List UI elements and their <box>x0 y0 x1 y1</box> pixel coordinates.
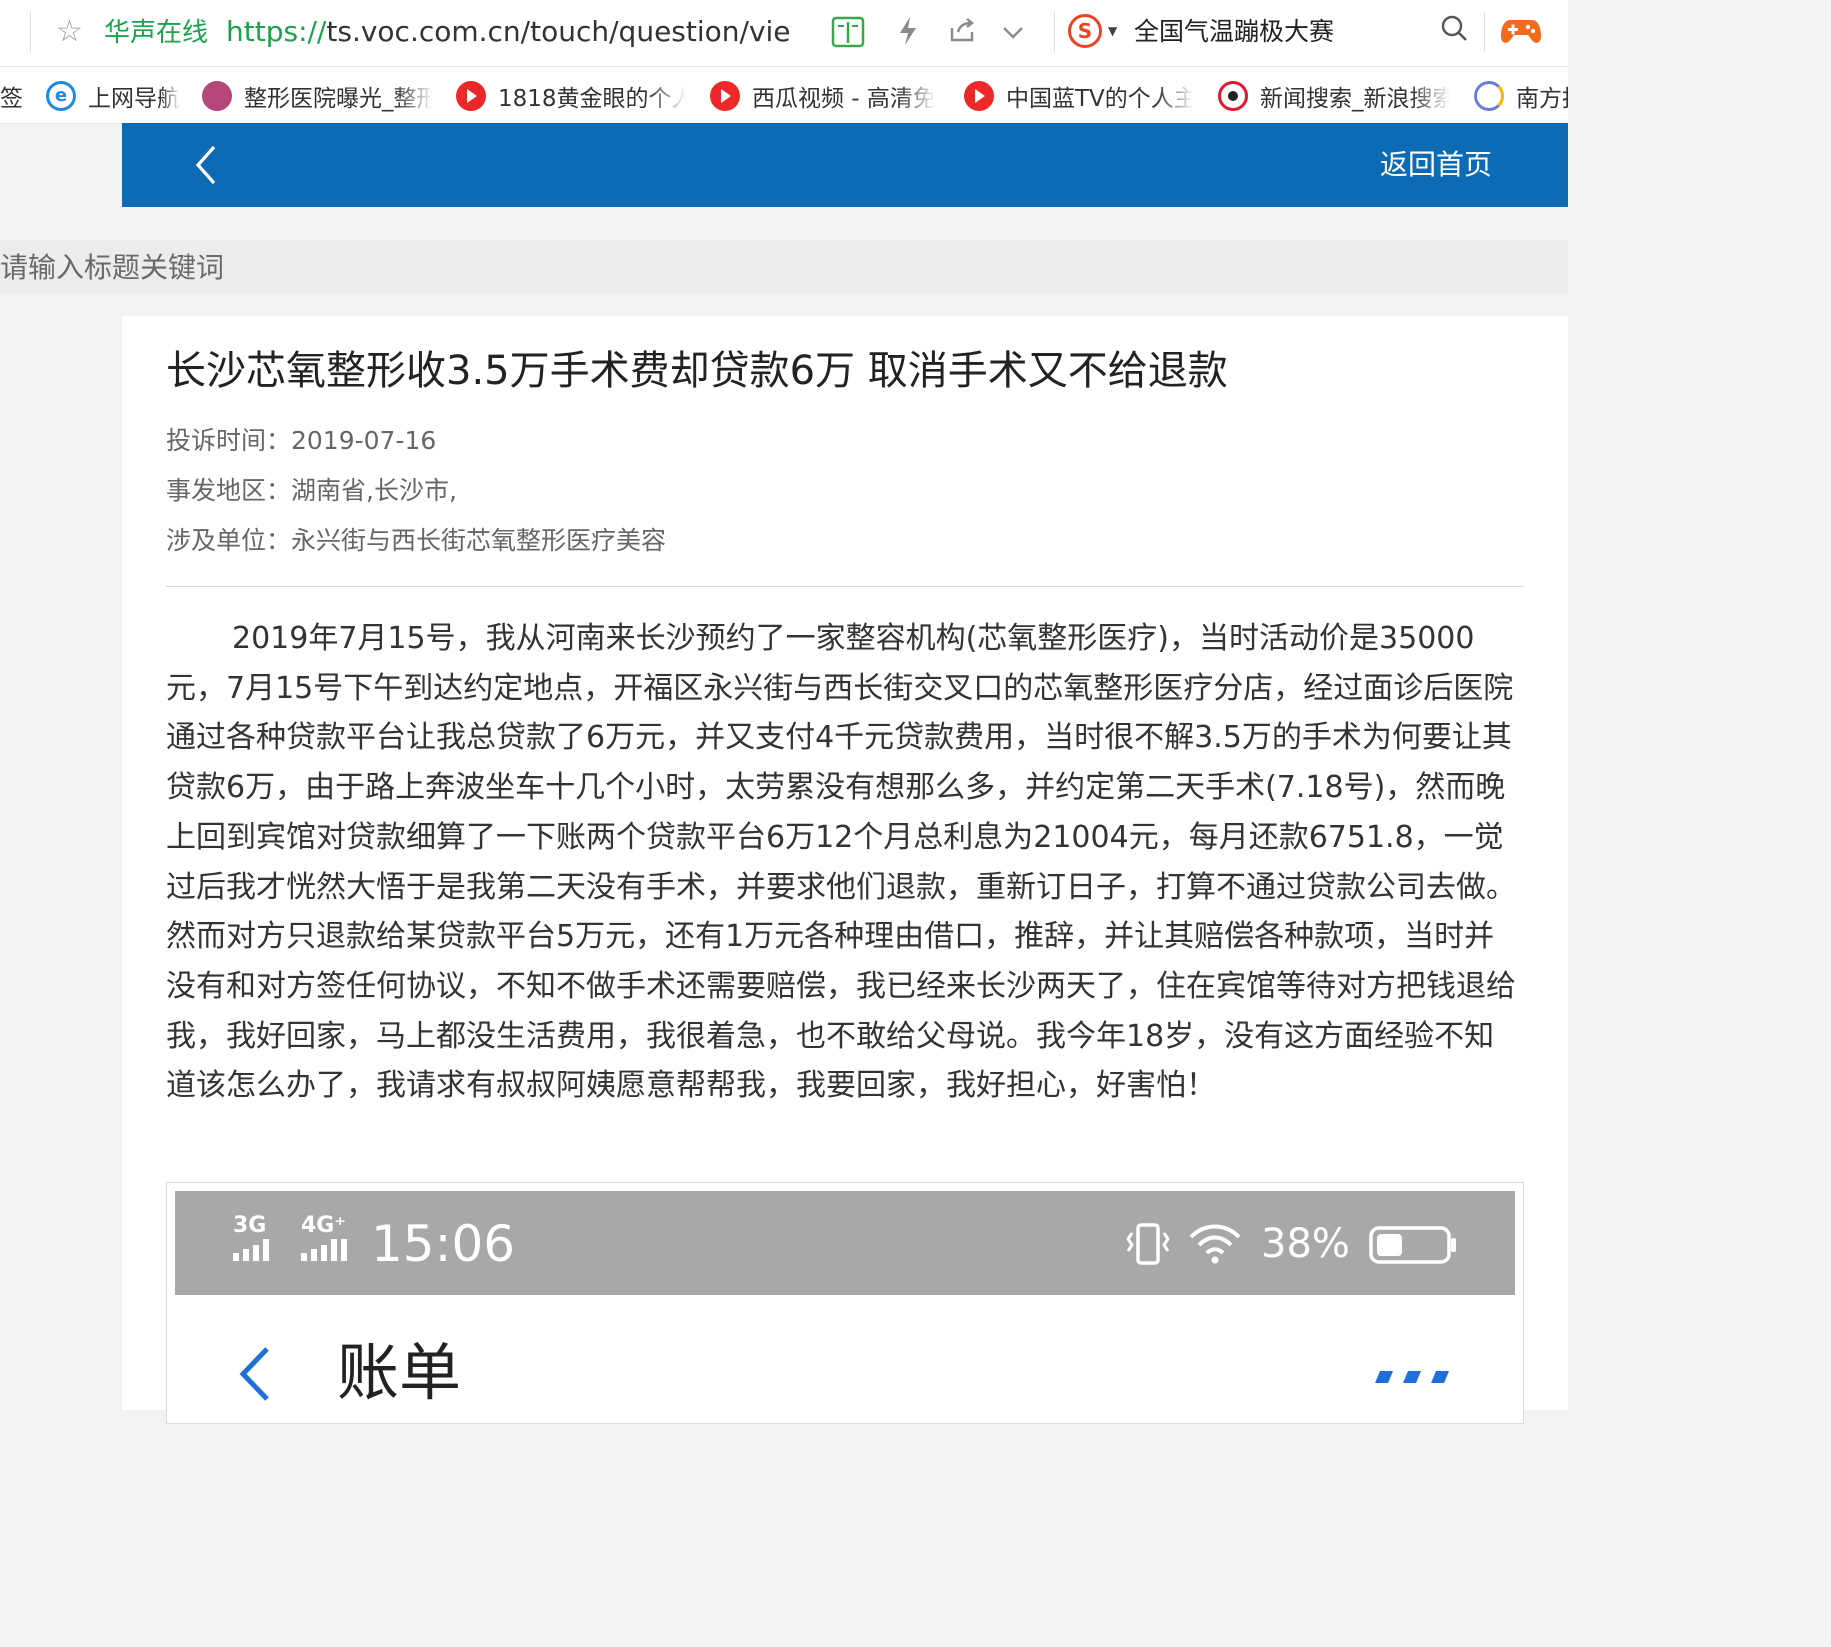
back-arrow-icon[interactable] <box>192 143 220 187</box>
more-dots-icon <box>1371 1369 1451 1385</box>
bookmark-item[interactable]: e 上网导航 <box>46 79 180 113</box>
keyword-search-input[interactable] <box>0 240 1568 294</box>
reader-mode-icon[interactable] <box>830 16 866 48</box>
home-link[interactable]: 返回首页 <box>1380 145 1492 185</box>
chevron-down-icon[interactable] <box>1000 16 1026 48</box>
share-icon[interactable] <box>948 16 976 48</box>
site-name: 华声在线 <box>104 18 209 48</box>
complaint-body: 2019年7月15号，我从河南来长沙预约了一家整容机构(芯氧整形医疗)，当时活动… <box>166 621 1516 1104</box>
bill-back-icon <box>235 1343 275 1405</box>
video-play-icon <box>964 81 994 111</box>
complaint-card: 长沙芯氧整形收3.5万手术费却贷款6万 取消手术又不给退款 投诉时间：2019-… <box>122 316 1568 1424</box>
phone-clock: 15:06 <box>371 1215 516 1273</box>
wifi-icon <box>1187 1221 1243 1265</box>
toolbar-separator <box>30 12 31 52</box>
network-4g-label: 4G⁺ <box>301 1213 346 1238</box>
bookmark-item[interactable]: 1818黄金眼的个人 <box>456 79 686 113</box>
bookmark-label: 新闻搜索_新浪搜索 <box>1260 86 1450 112</box>
incident-region: 事发地区：湖南省,长沙市, <box>166 476 457 505</box>
battery-icon <box>1369 1225 1457 1265</box>
bookmark-label: 中国蓝TV的个人主 <box>1006 86 1194 112</box>
bookmark-item[interactable]: 中国蓝TV的个人主 <box>964 79 1194 113</box>
battery-percent: 38% <box>1261 1221 1350 1267</box>
video-play-icon <box>456 81 486 111</box>
page-title: 长沙芯氧整形收3.5万手术费却贷款6万 取消手术又不给退款 <box>166 348 1228 394</box>
bookmark-item[interactable]: 西瓜视频 - 高清免 <box>710 79 936 113</box>
involved-unit: 涉及单位：永兴街与西长街芯氧整形医疗美容 <box>166 526 667 555</box>
lightning-icon[interactable] <box>896 16 920 48</box>
bookmark-item[interactable]: 南方报 <box>1474 79 1568 113</box>
bookmark-label: 西瓜视频 - 高清免 <box>752 86 936 112</box>
network-3g-label: 3G <box>233 1213 267 1238</box>
vibrate-icon <box>1123 1221 1173 1267</box>
signal-bars-icon <box>233 1239 269 1261</box>
bookmark-item[interactable]: 新闻搜索_新浪搜索 <box>1218 79 1450 113</box>
keyword-search-bar <box>0 240 1568 294</box>
toolbar-separator <box>1054 12 1055 52</box>
bookmark-label: 整形医院曝光_整形 <box>244 86 434 112</box>
bookmark-label: 1818黄金眼的个人 <box>498 86 686 112</box>
star-icon[interactable]: ☆ <box>56 14 83 50</box>
divider <box>166 586 1524 587</box>
sogou-search-icon[interactable]: S <box>1068 14 1102 48</box>
bookmark-label: 上网导航 <box>88 86 180 112</box>
bookmarks-bar: 签 e 上网导航 整形医院曝光_整形 1818黄金眼的个人 西瓜视频 - 高清免… <box>0 67 1568 124</box>
search-icon[interactable] <box>1440 14 1468 42</box>
swirl-icon <box>1474 81 1504 111</box>
phone-status-bar: 3G 4G⁺ 15:06 38% <box>175 1191 1515 1295</box>
browser-address-bar: ☆ 华声在线 https://ts.voc.com.cn/touch/quest… <box>0 0 1568 67</box>
bookmark-label: 南方报 <box>1516 86 1568 112</box>
toolbar-separator <box>1484 12 1485 52</box>
attached-screenshot[interactable]: 3G 4G⁺ 15:06 38% 账单 <box>166 1182 1524 1424</box>
bill-screen-title: 账单 <box>337 1336 462 1409</box>
bookmark-label: 签 <box>0 86 23 112</box>
bookmark-item[interactable]: 整形医院曝光_整形 <box>202 79 434 113</box>
search-box[interactable]: 全国气温蹦极大赛 <box>1134 15 1334 49</box>
url-protocol: https:// <box>226 15 327 48</box>
signal-bars-icon <box>301 1239 347 1261</box>
search-engine-dropdown-icon[interactable]: ▼ <box>1108 24 1117 38</box>
video-play-icon <box>710 81 740 111</box>
weibo-icon <box>1218 81 1248 111</box>
gamepad-icon[interactable] <box>1500 14 1542 48</box>
complaint-time: 投诉时间：2019-07-16 <box>166 426 437 455</box>
bookmark-item[interactable]: 签 <box>0 79 23 113</box>
url-path: ts.voc.com.cn/touch/question/view/8 <box>326 15 792 48</box>
page-header: 返回首页 <box>122 123 1568 207</box>
ie-icon: e <box>46 81 76 111</box>
clinic-logo-icon <box>202 81 232 111</box>
url-field[interactable]: https://ts.voc.com.cn/touch/question/vie… <box>226 13 792 51</box>
